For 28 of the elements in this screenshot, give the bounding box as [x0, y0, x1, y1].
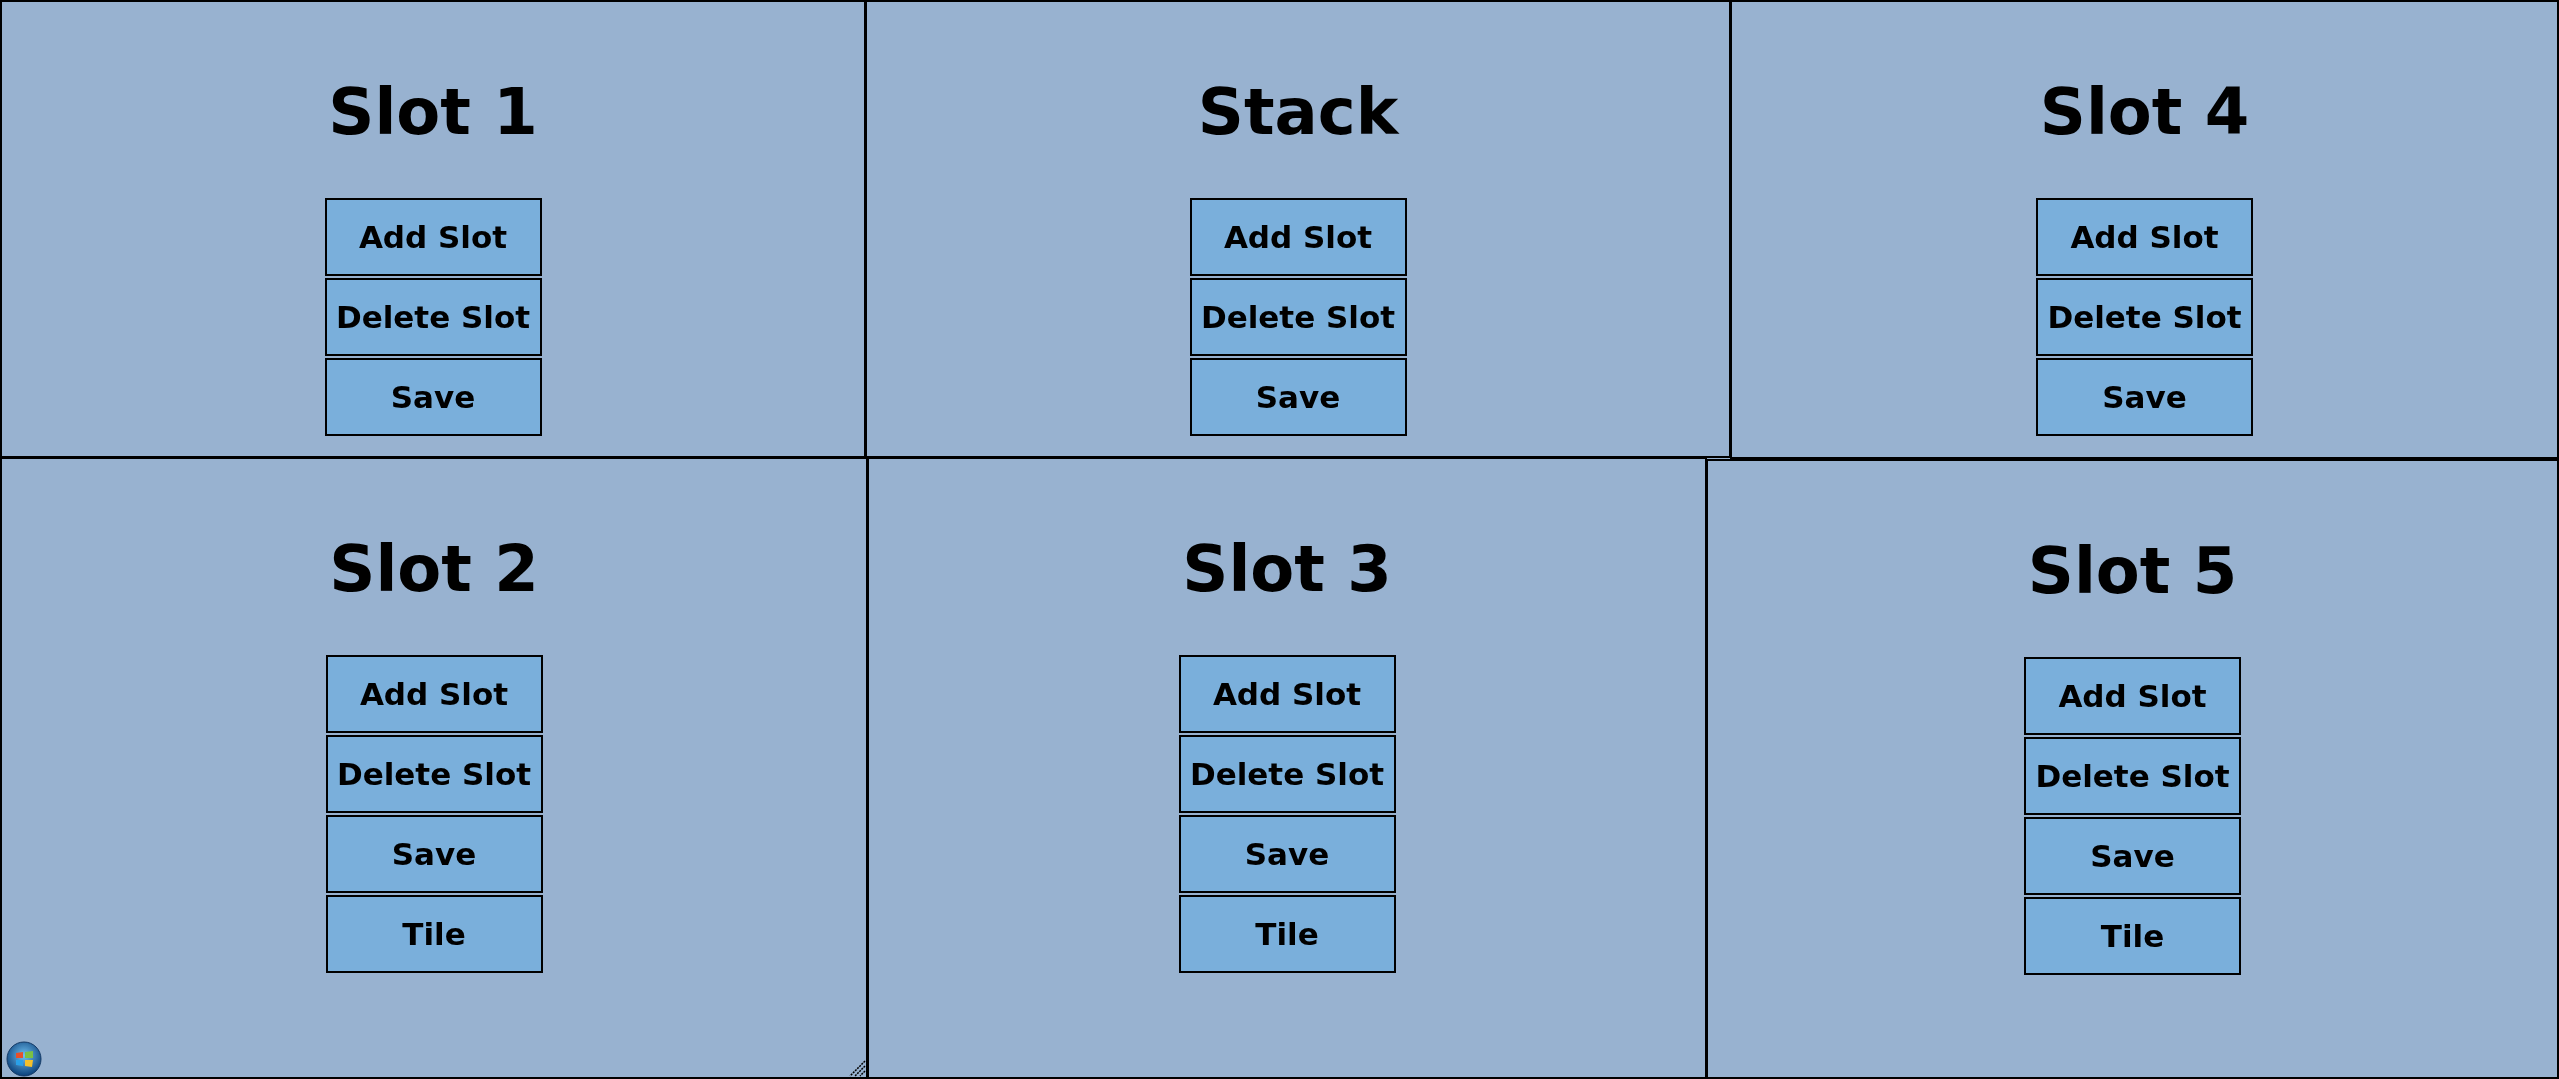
panel-button[interactable]: Save: [2036, 358, 2253, 436]
panel-button[interactable]: Delete Slot: [2036, 278, 2253, 356]
panel-button[interactable]: Delete Slot: [1189, 278, 1407, 356]
panel-button[interactable]: Tile: [1178, 895, 1396, 973]
panel-button[interactable]: Tile: [2024, 897, 2241, 975]
window-title: Slot 3: [1182, 537, 1392, 601]
panel-button[interactable]: Save: [1178, 815, 1396, 893]
window-title: Slot 4: [2039, 80, 2250, 144]
panel-button[interactable]: Save: [324, 358, 542, 436]
window-title: Slot 1: [328, 80, 538, 144]
panel-button[interactable]: Save: [2024, 817, 2241, 895]
panel-button[interactable]: Delete Slot: [2024, 737, 2241, 815]
panel-button[interactable]: Add Slot: [324, 198, 542, 276]
panel-button[interactable]: Delete Slot: [1178, 735, 1396, 813]
panel-button[interactable]: Save: [325, 815, 543, 893]
window-title: Slot 5: [2027, 539, 2238, 603]
panel-button[interactable]: Delete Slot: [324, 278, 542, 356]
panel-button[interactable]: Tile: [325, 895, 543, 973]
window-title: Slot 2: [329, 537, 539, 601]
panel-button[interactable]: Delete Slot: [325, 735, 543, 813]
panel-button[interactable]: Add Slot: [325, 655, 543, 733]
window-title: Stack: [1197, 80, 1399, 144]
panel-button[interactable]: Save: [1189, 358, 1407, 436]
panel-button[interactable]: Add Slot: [2024, 657, 2241, 735]
panel-button[interactable]: Add Slot: [2036, 198, 2253, 276]
start-orb-icon[interactable]: [6, 1041, 42, 1077]
panel-button[interactable]: Add Slot: [1178, 655, 1396, 733]
panel-button[interactable]: Add Slot: [1189, 198, 1407, 276]
